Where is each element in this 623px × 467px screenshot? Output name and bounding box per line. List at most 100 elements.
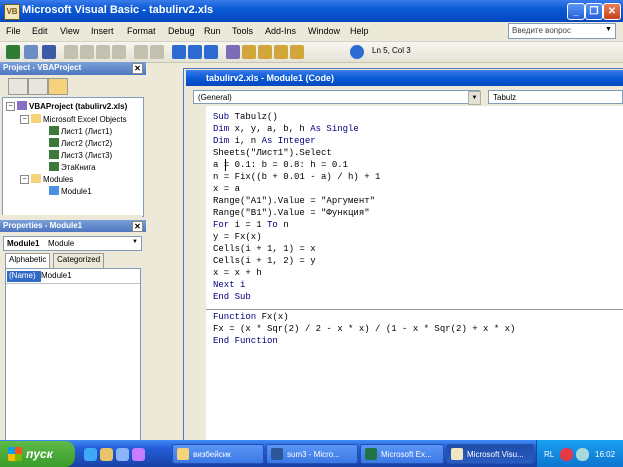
- code-margin[interactable]: [192, 106, 206, 440]
- start-button[interactable]: пуск: [0, 441, 75, 467]
- menu-edit[interactable]: Edit: [32, 26, 48, 36]
- code-line[interactable]: x = a: [213, 183, 240, 195]
- code-line[interactable]: a = 0.1: b = 0.8: h = 0.1: [213, 159, 348, 171]
- properties-object-select[interactable]: Module1 Module ▼: [3, 236, 142, 251]
- tab-categorized[interactable]: Categorized: [53, 253, 105, 268]
- collapse-icon[interactable]: −: [20, 175, 29, 184]
- chevron-down-icon[interactable]: ▼: [468, 91, 481, 105]
- help-icon[interactable]: [350, 45, 364, 59]
- find-icon[interactable]: [112, 45, 126, 59]
- task-visual-basic[interactable]: Microsoft Visu...: [446, 444, 534, 464]
- tree-sheet1[interactable]: Лист1 (Лист1): [49, 126, 112, 136]
- tree-modules[interactable]: Modules: [31, 174, 73, 184]
- redo-icon[interactable]: [150, 45, 164, 59]
- menu-file[interactable]: File: [6, 26, 21, 36]
- menu-view[interactable]: View: [60, 26, 79, 36]
- menu-window[interactable]: Window: [308, 26, 340, 36]
- task-vizbeysik[interactable]: визбейсик: [172, 444, 264, 464]
- code-line[interactable]: For i = 1 To n: [213, 219, 289, 231]
- code-line[interactable]: Function Fx(x): [213, 311, 289, 323]
- code-line[interactable]: Cells(i + 1, 2) = y: [213, 255, 316, 267]
- properties-title: Properties - Module1: [3, 221, 83, 230]
- view-code-button[interactable]: [8, 78, 28, 95]
- code-line[interactable]: n = Fix((b + 0.01 - a) / h) + 1: [213, 171, 380, 183]
- copy-icon[interactable]: [80, 45, 94, 59]
- object-select[interactable]: (General): [193, 90, 480, 104]
- property-value[interactable]: Module1: [41, 271, 72, 280]
- menu-format[interactable]: Format: [127, 26, 156, 36]
- project-explorer-titlebar[interactable]: Project - VBAProject ✕: [0, 62, 146, 75]
- design-mode-icon[interactable]: [226, 45, 240, 59]
- break-icon[interactable]: [188, 45, 202, 59]
- task-label: Microsoft Visu...: [467, 450, 524, 459]
- minimize-button[interactable]: _: [567, 3, 585, 20]
- tray-icon[interactable]: [576, 448, 589, 461]
- windows-logo-icon: [8, 447, 22, 461]
- menu-tools[interactable]: Tools: [232, 26, 253, 36]
- quicklaunch-icon[interactable]: [132, 448, 145, 461]
- toolbox-icon[interactable]: [290, 45, 304, 59]
- tree-module1[interactable]: Module1: [49, 186, 92, 196]
- tree-excel-objects[interactable]: Microsoft Excel Objects: [31, 114, 127, 124]
- collapse-icon[interactable]: −: [6, 102, 15, 111]
- task-sum3[interactable]: sum3 - Micro...: [266, 444, 358, 464]
- task-excel[interactable]: Microsoft Ex...: [360, 444, 444, 464]
- menu-insert[interactable]: Insert: [91, 26, 114, 36]
- code-line[interactable]: y = Fx(x): [213, 231, 262, 243]
- collapse-icon[interactable]: −: [20, 115, 29, 124]
- tree-vbaproject[interactable]: VBAProject (tabulirv2.xls): [17, 101, 127, 111]
- insert-module-icon[interactable]: [24, 45, 38, 59]
- code-line[interactable]: Fx = (x * Sqr(2) / 2 - x * x) / (1 - x *…: [213, 323, 515, 335]
- help-search-dropdown-icon[interactable]: ▼: [605, 26, 612, 33]
- tree-sheet3[interactable]: Лист3 (Лист3): [49, 150, 112, 160]
- code-line[interactable]: Dim x, y, a, b, h As Single: [213, 123, 359, 135]
- language-indicator[interactable]: RL: [544, 450, 554, 459]
- code-line[interactable]: Next i: [213, 279, 245, 291]
- procedure-select[interactable]: Tabulz: [488, 90, 623, 104]
- view-object-button[interactable]: [28, 78, 48, 95]
- code-line[interactable]: End Sub: [213, 291, 251, 303]
- tab-alphabetic[interactable]: Alphabetic: [5, 253, 51, 268]
- menu-debug[interactable]: Debug: [168, 26, 195, 36]
- properties-window-icon[interactable]: [258, 45, 272, 59]
- code-line[interactable]: Range("A1").Value = "Аргумент": [213, 195, 375, 207]
- undo-icon[interactable]: [134, 45, 148, 59]
- browser-icon[interactable]: [84, 448, 97, 461]
- reset-icon[interactable]: [204, 45, 218, 59]
- menu-help[interactable]: Help: [350, 26, 369, 36]
- cut-icon[interactable]: [64, 45, 78, 59]
- run-icon[interactable]: [172, 45, 186, 59]
- properties-titlebar[interactable]: Properties - Module1 ✕: [0, 220, 146, 232]
- tree-sheet2[interactable]: Лист2 (Лист2): [49, 138, 112, 148]
- close-button[interactable]: ✕: [603, 3, 621, 20]
- code-line[interactable]: Dim i, n As Integer: [213, 135, 316, 147]
- project-close-icon[interactable]: ✕: [132, 63, 143, 74]
- paste-icon[interactable]: [96, 45, 110, 59]
- quicklaunch-icon[interactable]: [100, 448, 113, 461]
- save-icon[interactable]: [42, 45, 56, 59]
- vb-app-icon[interactable]: VB: [4, 4, 20, 20]
- object-browser-icon[interactable]: [274, 45, 288, 59]
- property-name[interactable]: (Name): [7, 271, 41, 282]
- menu-addins[interactable]: Add-Ins: [265, 26, 296, 36]
- quicklaunch-icon[interactable]: [116, 448, 129, 461]
- properties-close-icon[interactable]: ✕: [132, 221, 143, 232]
- code-line[interactable]: Cells(i + 1, 1) = x: [213, 243, 316, 255]
- code-line[interactable]: Sub Tabulz(): [213, 111, 278, 123]
- chevron-down-icon[interactable]: ▼: [132, 239, 138, 245]
- tree-workbook[interactable]: ЭтаКнига: [49, 162, 96, 172]
- code-line[interactable]: End Function: [213, 335, 278, 347]
- code-window-titlebar[interactable]: tabulirv2.xls - Module1 (Code): [186, 70, 623, 86]
- code-line[interactable]: Range("B1").Value = "Функция": [213, 207, 370, 219]
- code-line[interactable]: Sheets("Лист1").Select: [213, 147, 332, 159]
- code-line[interactable]: x = x + h: [213, 267, 262, 279]
- window-titlebar[interactable]: VB Microsoft Visual Basic - tabulirv2.xl…: [0, 0, 623, 22]
- view-excel-icon[interactable]: [6, 45, 20, 59]
- help-search-input[interactable]: Введите вопрос: [508, 23, 616, 39]
- project-explorer-icon[interactable]: [242, 45, 256, 59]
- clock: 16:02: [595, 450, 616, 459]
- toggle-folders-button[interactable]: [48, 78, 68, 95]
- restore-button[interactable]: ❐: [585, 3, 603, 20]
- tray-icon[interactable]: [560, 448, 573, 461]
- menu-run[interactable]: Run: [204, 26, 221, 36]
